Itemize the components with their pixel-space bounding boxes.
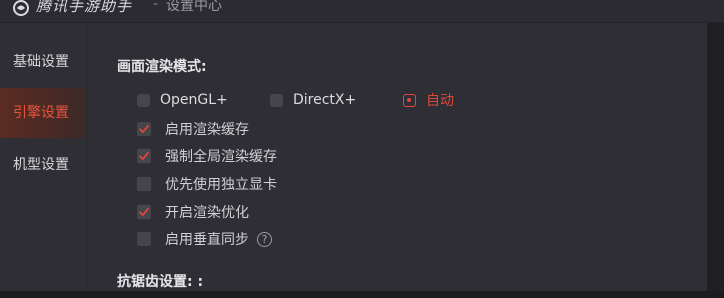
checkbox-vsync-label: 启用垂直同步 xyxy=(165,232,249,248)
settings-window: 腾讯手游助手 - 设置中心 基础设置 引擎设置 机型设置 画面渲染模式: Ope… xyxy=(0,0,724,298)
checkbox-force-global-cache-box[interactable] xyxy=(137,149,151,163)
app-name: 腾讯手游助手 xyxy=(36,0,133,15)
checkbox-vsync-box[interactable] xyxy=(137,232,151,246)
main-panel: 画面渲染模式: OpenGL+ DirectX+ 自动 启用渲染缓存 强制全局渲… xyxy=(87,23,707,298)
checkmark-icon xyxy=(139,208,149,216)
checkbox-render-optimization-label: 开启渲染优化 xyxy=(165,205,249,221)
render-mode-options: OpenGL+ DirectX+ 自动 xyxy=(137,91,587,109)
radio-opengl-label: OpenGL+ xyxy=(160,92,228,108)
radio-opengl[interactable]: OpenGL+ xyxy=(137,91,228,109)
radio-directx-label: DirectX+ xyxy=(293,92,357,108)
radio-directx-box[interactable] xyxy=(270,93,283,107)
right-edge xyxy=(707,23,724,298)
bottom-edge xyxy=(0,291,724,298)
app-logo-icon xyxy=(13,0,29,16)
checkmark-icon xyxy=(139,152,149,160)
radio-auto-box[interactable] xyxy=(403,93,416,107)
sidebar-item-basic-settings[interactable]: 基础设置 xyxy=(0,37,86,87)
checkbox-force-global-cache-label: 强制全局渲染缓存 xyxy=(165,149,277,165)
sidebar: 基础设置 引擎设置 机型设置 xyxy=(0,23,87,298)
checkbox-discrete-gpu-label: 优先使用独立显卡 xyxy=(165,177,277,193)
checkmark-icon xyxy=(139,125,149,133)
checkbox-render-optimization[interactable]: 开启渲染优化 xyxy=(137,203,249,221)
title-separator: - xyxy=(153,0,159,12)
checkbox-render-cache[interactable]: 启用渲染缓存 xyxy=(137,120,249,138)
radio-auto[interactable]: 自动 xyxy=(403,91,454,109)
checkbox-render-optimization-box[interactable] xyxy=(137,205,151,219)
checkbox-vsync[interactable]: 启用垂直同步 ? xyxy=(137,230,272,248)
sidebar-item-engine-settings[interactable]: 引擎设置 xyxy=(0,88,86,138)
checkbox-force-global-cache[interactable]: 强制全局渲染缓存 xyxy=(137,147,277,165)
window-section-title: 设置中心 xyxy=(166,0,222,14)
title-bar: 腾讯手游助手 - 设置中心 xyxy=(0,0,724,23)
checkbox-render-cache-label: 启用渲染缓存 xyxy=(165,122,249,138)
checkbox-discrete-gpu[interactable]: 优先使用独立显卡 xyxy=(137,175,277,193)
checkbox-render-cache-box[interactable] xyxy=(137,122,151,136)
sidebar-item-device-settings[interactable]: 机型设置 xyxy=(0,140,86,190)
help-icon[interactable]: ? xyxy=(257,231,272,247)
radio-opengl-box[interactable] xyxy=(137,93,150,107)
render-mode-title: 画面渲染模式: xyxy=(117,59,207,75)
checkbox-discrete-gpu-box[interactable] xyxy=(137,177,151,191)
radio-directx[interactable]: DirectX+ xyxy=(270,91,356,109)
antialias-title: 抗锯齿设置: : xyxy=(117,274,204,290)
radio-auto-label: 自动 xyxy=(426,93,454,109)
